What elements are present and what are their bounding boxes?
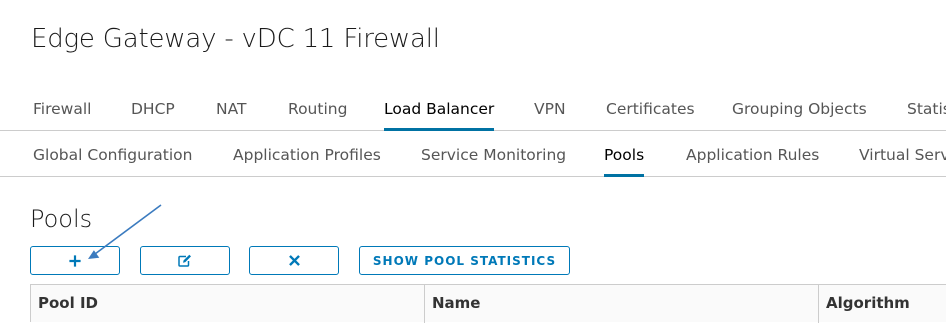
tab-certificates[interactable]: Certificates bbox=[606, 88, 695, 130]
plus-icon bbox=[69, 254, 81, 267]
page-title: Edge Gateway - vDC 11 Firewall bbox=[31, 24, 440, 54]
tab-pools[interactable]: Pools bbox=[604, 134, 645, 177]
tab-global-configuration[interactable]: Global Configuration bbox=[33, 134, 193, 176]
tab-dhcp[interactable]: DHCP bbox=[131, 88, 175, 130]
delete-pool-button[interactable] bbox=[249, 246, 339, 275]
tab-routing[interactable]: Routing bbox=[288, 88, 347, 130]
tab-grouping-objects[interactable]: Grouping Objects bbox=[732, 88, 867, 130]
column-header-name[interactable]: Name bbox=[425, 285, 819, 323]
tab-firewall[interactable]: Firewall bbox=[33, 88, 91, 130]
tab-application-rules[interactable]: Application Rules bbox=[686, 134, 819, 176]
tab-load-balancer[interactable]: Load Balancer bbox=[384, 88, 495, 131]
secondary-tabs: Global Configuration Application Profile… bbox=[0, 134, 946, 177]
tab-virtual-servers[interactable]: Virtual Serv bbox=[859, 134, 946, 176]
pools-grid-header: Pool ID Name Algorithm bbox=[30, 284, 946, 323]
tab-vpn[interactable]: VPN bbox=[534, 88, 566, 130]
column-header-algorithm[interactable]: Algorithm bbox=[819, 285, 946, 323]
close-icon bbox=[288, 255, 300, 266]
edit-pool-button[interactable] bbox=[140, 246, 230, 275]
show-pool-statistics-button[interactable]: SHOW POOL STATISTICS bbox=[359, 246, 570, 275]
add-pool-button[interactable] bbox=[30, 246, 120, 275]
tab-service-monitoring[interactable]: Service Monitoring bbox=[421, 134, 566, 176]
tab-nat[interactable]: NAT bbox=[216, 88, 246, 130]
primary-tabs: Firewall DHCP NAT Routing Load Balancer … bbox=[0, 88, 946, 131]
section-title: Pools bbox=[30, 205, 93, 233]
edit-icon bbox=[178, 254, 192, 267]
column-header-pool-id[interactable]: Pool ID bbox=[31, 285, 425, 323]
tab-application-profiles[interactable]: Application Profiles bbox=[233, 134, 381, 176]
tab-statistics[interactable]: Statis bbox=[907, 88, 946, 130]
